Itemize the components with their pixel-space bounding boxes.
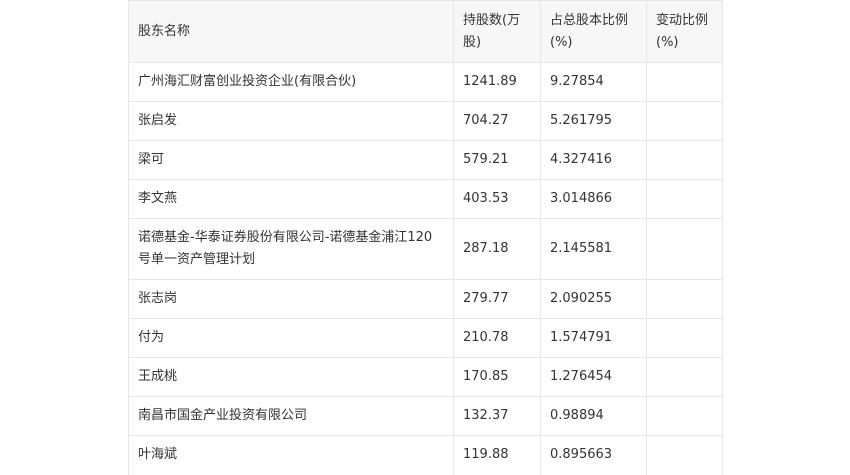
cell-change xyxy=(646,318,723,358)
cell-shares: 210.78 xyxy=(453,318,541,358)
table-row: 张启发 704.27 5.261795 xyxy=(128,101,723,141)
cell-change xyxy=(646,279,723,319)
table-row: 诺德基金-华泰证券股份有限公司-诺德基金浦江120号单一资产管理计划 287.1… xyxy=(128,218,723,280)
cell-shareholder-name: 张启发 xyxy=(128,101,454,141)
cell-shares: 1241.89 xyxy=(453,62,541,102)
cell-ratio: 3.014866 xyxy=(540,179,647,219)
cell-shareholder-name: 张志岗 xyxy=(128,279,454,319)
cell-change xyxy=(646,179,723,219)
cell-ratio: 9.27854 xyxy=(540,62,647,102)
cell-ratio: 2.090255 xyxy=(540,279,647,319)
cell-ratio: 0.98894 xyxy=(540,396,647,436)
header-ratio: 占总股本比例(%) xyxy=(540,0,647,63)
table-row: 广州海汇财富创业投资企业(有限合伙) 1241.89 9.27854 xyxy=(128,62,723,102)
cell-ratio: 2.145581 xyxy=(540,218,647,280)
cell-shareholder-name: 梁可 xyxy=(128,140,454,180)
cell-change xyxy=(646,218,723,280)
cell-change xyxy=(646,101,723,141)
cell-shares: 279.77 xyxy=(453,279,541,319)
cell-shareholder-name: 王成桃 xyxy=(128,357,454,397)
cell-shareholder-name: 李文燕 xyxy=(128,179,454,219)
cell-shares: 579.21 xyxy=(453,140,541,180)
cell-change xyxy=(646,140,723,180)
table-row: 梁可 579.21 4.327416 xyxy=(128,140,723,180)
cell-shareholder-name: 南昌市国金产业投资有限公司 xyxy=(128,396,454,436)
table-row: 南昌市国金产业投资有限公司 132.37 0.98894 xyxy=(128,396,723,436)
cell-shares: 119.88 xyxy=(453,435,541,475)
header-change: 变动比例(%) xyxy=(646,0,723,63)
header-row: 股东名称 持股数(万股) 占总股本比例(%) 变动比例(%) xyxy=(128,0,723,63)
cell-shares: 132.37 xyxy=(453,396,541,436)
shareholder-table-container: 股东名称 持股数(万股) 占总股本比例(%) 变动比例(%) 广州海汇财富创业投… xyxy=(128,0,723,475)
table-header: 股东名称 持股数(万股) 占总股本比例(%) 变动比例(%) xyxy=(128,0,723,63)
cell-ratio: 0.895663 xyxy=(540,435,647,475)
header-shareholder-name: 股东名称 xyxy=(128,0,454,63)
table-row: 王成桃 170.85 1.276454 xyxy=(128,357,723,397)
cell-shares: 287.18 xyxy=(453,218,541,280)
cell-ratio: 1.574791 xyxy=(540,318,647,358)
cell-change xyxy=(646,62,723,102)
shareholder-table: 股东名称 持股数(万股) 占总股本比例(%) 变动比例(%) 广州海汇财富创业投… xyxy=(128,0,723,475)
table-row: 叶海斌 119.88 0.895663 xyxy=(128,435,723,475)
cell-shares: 403.53 xyxy=(453,179,541,219)
cell-change xyxy=(646,435,723,475)
cell-change xyxy=(646,396,723,436)
cell-ratio: 1.276454 xyxy=(540,357,647,397)
header-shares: 持股数(万股) xyxy=(453,0,541,63)
cell-shares: 170.85 xyxy=(453,357,541,397)
cell-shareholder-name: 付为 xyxy=(128,318,454,358)
cell-shareholder-name: 诺德基金-华泰证券股份有限公司-诺德基金浦江120号单一资产管理计划 xyxy=(128,218,454,280)
table-row: 张志岗 279.77 2.090255 xyxy=(128,279,723,319)
cell-shareholder-name: 广州海汇财富创业投资企业(有限合伙) xyxy=(128,62,454,102)
cell-change xyxy=(646,357,723,397)
cell-shares: 704.27 xyxy=(453,101,541,141)
table-row: 李文燕 403.53 3.014866 xyxy=(128,179,723,219)
cell-ratio: 4.327416 xyxy=(540,140,647,180)
table-body: 广州海汇财富创业投资企业(有限合伙) 1241.89 9.27854 张启发 7… xyxy=(128,62,723,475)
table-row: 付为 210.78 1.574791 xyxy=(128,318,723,358)
cell-shareholder-name: 叶海斌 xyxy=(128,435,454,475)
cell-ratio: 5.261795 xyxy=(540,101,647,141)
